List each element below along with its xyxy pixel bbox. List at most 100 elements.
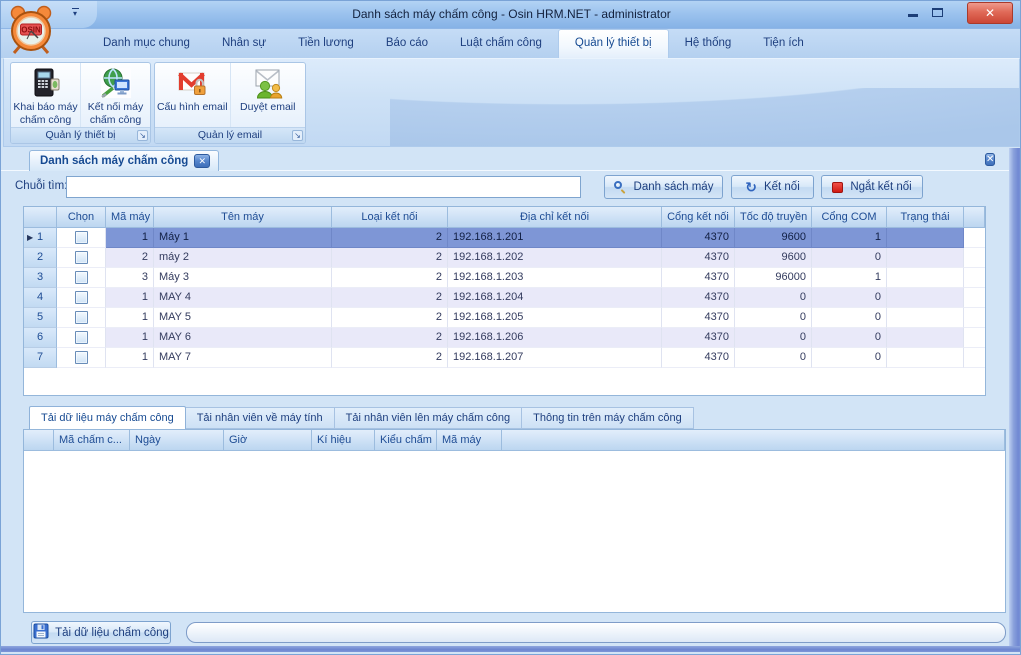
document-tab-bar: Danh sách máy chấm công ✕ ✕ xyxy=(1,149,1009,171)
detail-tab-tải-nhân-viên-lên-máy-chấm-công[interactable]: Tải nhân viên lên máy chấm công xyxy=(335,407,522,429)
column-header-cong_com[interactable]: Cổng COM xyxy=(812,207,887,228)
dialog-launcher-icon[interactable]: ↘ xyxy=(292,130,303,141)
row-checkbox[interactable] xyxy=(75,271,88,284)
row-checkbox[interactable] xyxy=(75,351,88,364)
menu-tab-tiền-lương[interactable]: Tiền lương xyxy=(282,29,370,58)
tab-close-icon[interactable]: ✕ xyxy=(194,154,210,168)
detail-column-header[interactable]: Mã máy xyxy=(437,430,502,451)
gmail-lock-icon xyxy=(175,66,209,100)
checkbox-cell xyxy=(57,348,106,368)
detail-tab-thông-tin-trên-máy-chấm-công[interactable]: Thông tin trên máy chấm công xyxy=(522,407,694,429)
row-header[interactable]: 7 xyxy=(24,348,57,368)
menu-tab-báo-cáo[interactable]: Báo cáo xyxy=(370,29,444,58)
row-header[interactable]: 4 xyxy=(24,288,57,308)
detail-column-header[interactable]: Kí hiệu xyxy=(312,430,375,451)
ribbon-group-title: Quản lý email xyxy=(155,127,305,143)
minimize-button[interactable] xyxy=(904,6,922,20)
column-header-toc_do[interactable]: Tốc độ truyền xyxy=(735,207,812,228)
column-header-ten_may[interactable]: Tên máy xyxy=(154,207,332,228)
cell-ma_may: 2 xyxy=(106,248,154,268)
maximize-button[interactable] xyxy=(929,6,945,20)
connect-machine-button[interactable]: Kết nối máy chấm công xyxy=(80,63,150,127)
cell-cong_ket_noi: 4370 xyxy=(662,228,735,248)
column-header-trang_thai[interactable]: Trạng thái xyxy=(887,207,964,228)
configure-email-button[interactable]: Cấu hình email xyxy=(155,63,230,127)
menu-tab-hệ-thống[interactable]: Hệ thống xyxy=(669,29,748,58)
table-row[interactable]: 51MAY 52192.168.1.205437000 xyxy=(24,308,985,328)
browse-email-button[interactable]: Duyệt email xyxy=(230,63,306,127)
cell-ten_may: MAY 4 xyxy=(154,288,332,308)
cell-trang_thai xyxy=(887,288,964,308)
row-header[interactable]: 5 xyxy=(24,308,57,328)
document-area-close[interactable]: ✕ xyxy=(985,152,1006,169)
table-row[interactable]: 33Máy 32192.168.1.2034370960001 xyxy=(24,268,985,288)
disconnect-button[interactable]: Ngắt kết nối xyxy=(821,175,923,199)
menu-tab-nhân-sự[interactable]: Nhân sự xyxy=(206,29,282,58)
row-header[interactable]: 2 xyxy=(24,248,57,268)
table-row[interactable]: 61MAY 62192.168.1.206437000 xyxy=(24,328,985,348)
column-header-dia_chi[interactable]: Địa chỉ kết nối xyxy=(448,207,662,228)
checkbox-cell xyxy=(57,308,106,328)
column-header-ma_may[interactable]: Mã máy xyxy=(106,207,154,228)
close-button[interactable]: ✕ xyxy=(967,2,1013,24)
cell-cong_com: 0 xyxy=(812,248,887,268)
menu-tab-tiện-ích[interactable]: Tiện ích xyxy=(747,29,819,58)
cell-loai_ket_noi: 2 xyxy=(332,248,448,268)
row-checkbox[interactable] xyxy=(75,251,88,264)
cell-filler xyxy=(964,308,985,328)
detail-column-header[interactable]: Giờ xyxy=(224,430,312,451)
column-header-cong_ket_noi[interactable]: Cổng kết nối xyxy=(662,207,735,228)
floppy-disk-icon xyxy=(33,623,49,642)
table-row[interactable]: 22máy 22192.168.1.202437096000 xyxy=(24,248,985,268)
checkbox-cell xyxy=(57,268,106,288)
detail-column-header-filler xyxy=(502,430,1005,451)
connect-button[interactable]: ↻ Kết nối xyxy=(731,175,814,199)
column-header-chon[interactable]: Chọn xyxy=(57,207,106,228)
document-tab[interactable]: Danh sách máy chấm công ✕ xyxy=(29,150,219,171)
cell-filler xyxy=(964,268,985,288)
cell-ten_may: MAY 7 xyxy=(154,348,332,368)
menu-tab-quản-lý-thiết-bị[interactable]: Quản lý thiết bị xyxy=(558,29,669,58)
table-row[interactable]: 41MAY 42192.168.1.204437000 xyxy=(24,288,985,308)
window-title: Danh sách máy chấm công - Osin HRM.NET -… xyxy=(1,7,1021,21)
detail-column-header[interactable]: Ngày xyxy=(130,430,224,451)
detail-tab-tải-dữ-liệu-máy-chấm-công[interactable]: Tải dữ liệu máy chấm công xyxy=(29,406,186,429)
cell-dia_chi: 192.168.1.203 xyxy=(448,268,662,288)
download-attendance-button[interactable]: Tải dữ liệu chấm công xyxy=(31,621,171,644)
table-row[interactable]: 1▶1Máy 12192.168.1.201437096001 xyxy=(24,228,985,248)
row-checkbox[interactable] xyxy=(75,331,88,344)
sync-icon: ↻ xyxy=(745,181,757,193)
cell-cong_com: 1 xyxy=(812,228,887,248)
cell-ma_may: 1 xyxy=(106,288,154,308)
detail-tab-tải-nhân-viên-về-máy-tính[interactable]: Tải nhân viên về máy tính xyxy=(186,407,335,429)
detail-column-header[interactable]: Mã chấm c... xyxy=(54,430,130,451)
row-header[interactable]: 1▶ xyxy=(24,228,57,248)
search-input[interactable] xyxy=(66,176,581,198)
cell-cong_ket_noi: 4370 xyxy=(662,288,735,308)
table-row[interactable]: 71MAY 72192.168.1.207437000 xyxy=(24,348,985,368)
ribbon-button-label: Duyệt email xyxy=(240,101,295,114)
row-checkbox[interactable] xyxy=(75,311,88,324)
cell-trang_thai xyxy=(887,228,964,248)
attendance-device-icon xyxy=(29,66,63,100)
detail-grid-header-row: Mã chấm c...NgàyGiờKí hiệuKiểu chấmMã má… xyxy=(24,430,1005,451)
machine-list-button[interactable]: Danh sách máy xyxy=(604,175,723,199)
detail-column-header[interactable]: Kiểu chấm xyxy=(375,430,437,451)
declare-machine-button[interactable]: Khai báo máy chấm công xyxy=(11,63,80,127)
row-header[interactable]: 3 xyxy=(24,268,57,288)
row-header[interactable]: 6 xyxy=(24,328,57,348)
cell-filler xyxy=(964,248,985,268)
app-logo-clock-icon[interactable]: OSIN xyxy=(7,4,55,55)
row-checkbox[interactable] xyxy=(75,231,88,244)
cell-ma_may: 1 xyxy=(106,228,154,248)
ribbon-tab-bar: Danh mục chungNhân sựTiền lươngBáo cáoLu… xyxy=(1,29,1021,58)
menu-tab-luật-chấm-công[interactable]: Luật chấm công xyxy=(444,29,558,58)
column-header-loai_ket_noi[interactable]: Loại kết nối xyxy=(332,207,448,228)
detail-row-indicator-header xyxy=(24,430,54,451)
button-label: Kết nối xyxy=(764,181,800,193)
cell-ma_may: 1 xyxy=(106,328,154,348)
close-icon[interactable]: ✕ xyxy=(985,153,995,166)
dialog-launcher-icon[interactable]: ↘ xyxy=(137,130,148,141)
row-checkbox[interactable] xyxy=(75,291,88,304)
menu-tab-danh-mục-chung[interactable]: Danh mục chung xyxy=(87,29,206,58)
